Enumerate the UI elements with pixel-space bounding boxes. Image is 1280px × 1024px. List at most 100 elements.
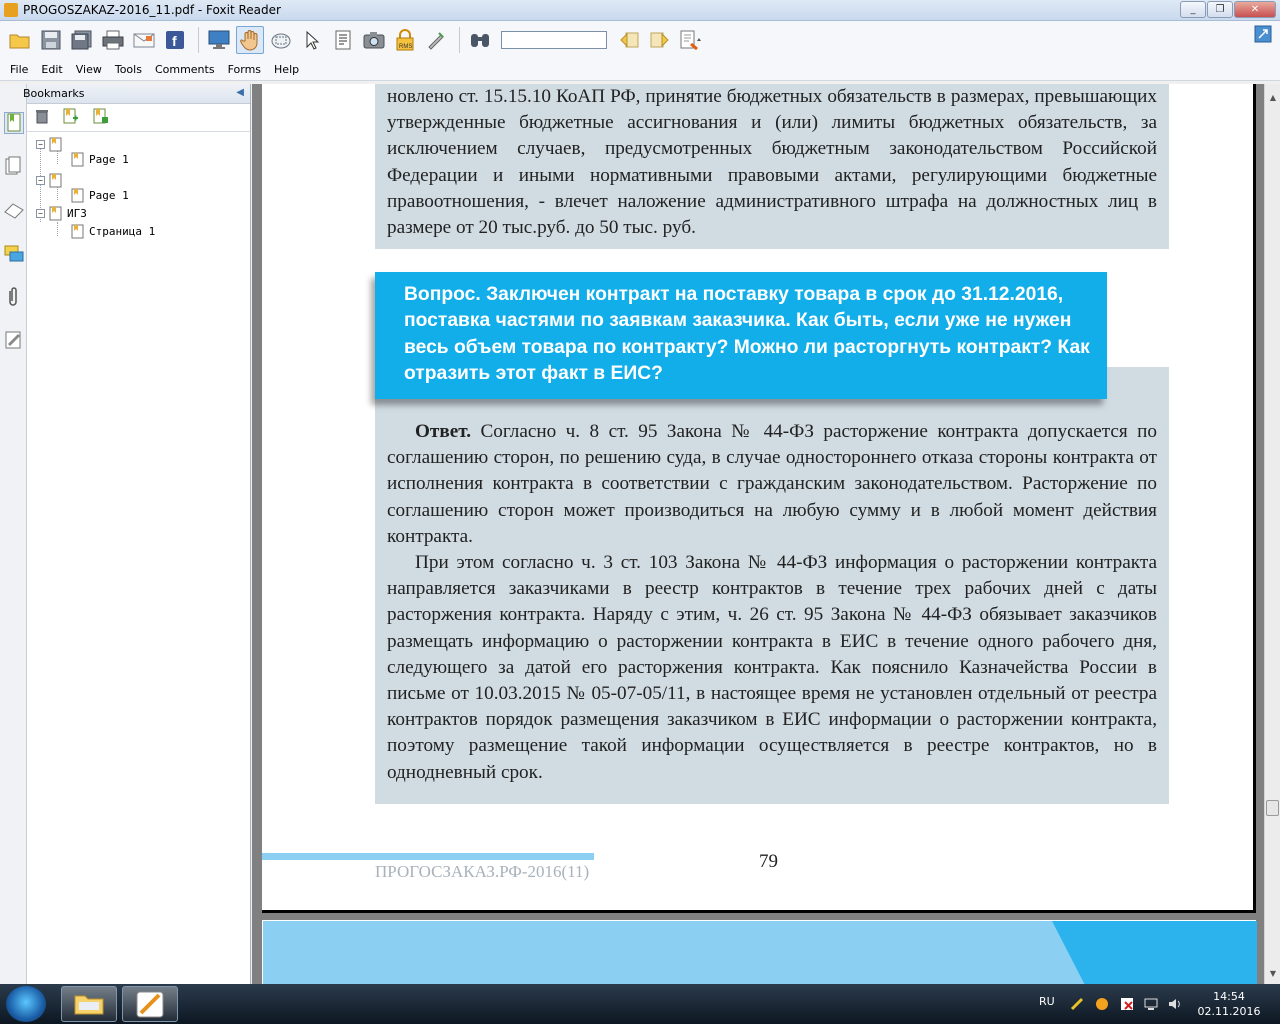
signatures-panel-icon[interactable] [4, 330, 24, 352]
page-bookmark-icon [71, 152, 84, 167]
explorer-taskbar-button[interactable] [61, 986, 117, 1022]
comments-panel-icon[interactable] [4, 244, 24, 266]
collapse-node-icon[interactable]: − [36, 140, 45, 149]
footer-title: ПРОГОСЗАКАЗ.РФ-2016(11) [375, 862, 590, 881]
bookmark-item-igz[interactable]: − ИГЗ [36, 206, 87, 221]
bookmarks-toolbar [27, 104, 250, 132]
page-bookmark-icon [71, 188, 84, 203]
save-all-icon[interactable] [68, 26, 96, 54]
document-view[interactable]: новлено ст. 15.15.10 КоАП РФ, принятие б… [252, 84, 1264, 984]
menu-file[interactable]: File [10, 63, 28, 76]
fullscreen-monitor-icon[interactable] [205, 26, 233, 54]
title-bar: PROGOSZAKAZ-2016_11.pdf - Foxit Reader _… [0, 0, 1280, 21]
find-next-icon[interactable] [646, 26, 674, 54]
folder-icon [74, 995, 104, 1015]
answer-label: Ответ. [415, 421, 472, 442]
volume-speaker-icon[interactable] [1168, 997, 1182, 1011]
menu-bar: File Edit View Tools Comments Forms Help [0, 59, 1280, 81]
snapshot-select-icon[interactable] [267, 26, 295, 54]
bookmark-node-2[interactable]: − [36, 173, 67, 188]
language-indicator[interactable]: RU [1039, 995, 1055, 1008]
add-bookmark-icon[interactable] [63, 108, 79, 127]
flag-alert-icon[interactable] [1120, 997, 1134, 1011]
delete-bookmark-trash-icon[interactable] [35, 108, 49, 127]
answer-paragraph-2: При этом согласно ч. 3 ст. 103 Закона № … [387, 552, 1157, 783]
page-bookmark-icon [49, 137, 62, 152]
main-toolbar: f RMS [0, 21, 1280, 59]
next-pdf-page [262, 920, 1257, 984]
save-icon[interactable] [37, 26, 65, 54]
scrollbar-thumb[interactable] [1266, 800, 1279, 816]
close-button[interactable]: ✕ [1234, 1, 1276, 18]
restore-button[interactable]: ❐ [1207, 1, 1233, 18]
window-title: PROGOSZAKAZ-2016_11.pdf - Foxit Reader [23, 3, 281, 17]
svg-text:RMS: RMS [399, 44, 412, 50]
clock[interactable]: 14:54 02.11.2016 [1197, 989, 1261, 1019]
menu-help[interactable]: Help [274, 63, 299, 76]
pdf-page: новлено ст. 15.15.10 КоАП РФ, принятие б… [262, 84, 1256, 913]
pages-panel-icon[interactable] [4, 156, 24, 178]
vertical-scrollbar[interactable]: ▲ ▼ [1264, 84, 1280, 984]
clock-time: 14:54 [1213, 990, 1245, 1003]
question-text: Вопрос. Заключен контракт на поставку то… [404, 284, 1090, 384]
find-input[interactable] [501, 31, 607, 49]
bookmark-label: Page 1 [89, 153, 129, 166]
power-plug-icon[interactable] [1070, 997, 1084, 1011]
menu-tools[interactable]: Tools [115, 63, 142, 76]
footer-accent-line [262, 853, 594, 860]
hand-tool-icon[interactable] [236, 26, 264, 54]
collapse-panel-arrow-icon[interactable]: ◀ [236, 87, 244, 98]
email-icon[interactable] [130, 26, 158, 54]
bookmark-item-page-1b[interactable]: Page 1 [71, 188, 129, 203]
print-icon[interactable] [99, 26, 127, 54]
tray-orange-app-icon[interactable] [1095, 997, 1109, 1011]
bookmark-item-page-1a[interactable]: Page 1 [71, 152, 129, 167]
attachments-paperclip-icon[interactable] [4, 286, 24, 308]
foxit-reader-taskbar-button[interactable] [122, 986, 178, 1022]
typewriter-icon[interactable] [422, 26, 450, 54]
snapshot-camera-icon[interactable] [360, 26, 388, 54]
bookmarks-header: Bookmarks ◀ [23, 84, 250, 104]
network-icon[interactable] [1144, 997, 1158, 1011]
add-child-bookmark-icon[interactable] [93, 108, 109, 127]
app-icon [4, 3, 18, 17]
select-arrow-icon[interactable] [298, 26, 326, 54]
foxit-reader-icon [136, 991, 164, 1018]
find-previous-icon[interactable] [615, 26, 643, 54]
bookmark-label: Страница 1 [89, 225, 156, 238]
taskbar: RU 14:54 02.11.2016 [0, 984, 1280, 1024]
bookmarks-panel-icon[interactable] [4, 112, 24, 134]
start-button-windows-icon[interactable] [6, 986, 46, 1022]
resize-corner-icon[interactable] [1254, 25, 1272, 43]
collapse-node-icon[interactable]: − [36, 209, 45, 218]
paragraph-top: новлено ст. 15.15.10 КоАП РФ, принятие б… [387, 86, 1157, 239]
bookmark-label: Page 1 [89, 189, 129, 202]
answer-paragraph-1: Согласно ч. 8 ст. 95 Закона № 44-ФЗ раст… [387, 421, 1157, 547]
answer-text: Ответ. Согласно ч. 8 ст. 95 Закона № 44-… [387, 419, 1157, 786]
menu-comments[interactable]: Comments [155, 63, 215, 76]
header-band-accent [1052, 921, 1257, 984]
menu-view[interactable]: View [76, 63, 102, 76]
svg-text:f: f [172, 33, 177, 49]
collapse-node-icon[interactable]: − [36, 176, 45, 185]
select-text-icon[interactable] [329, 26, 357, 54]
bookmark-node-1[interactable]: − [36, 137, 67, 152]
scroll-down-arrow-icon[interactable]: ▼ [1265, 966, 1280, 982]
page-bookmark-icon [49, 206, 62, 221]
layers-panel-icon[interactable] [4, 200, 24, 222]
menu-edit[interactable]: Edit [41, 63, 62, 76]
search-document-icon[interactable] [677, 26, 705, 54]
page-bookmark-icon [49, 173, 62, 188]
rms-lock-icon[interactable]: RMS [391, 26, 419, 54]
scroll-up-arrow-icon[interactable]: ▲ [1265, 90, 1280, 106]
bookmarks-panel: Bookmarks ◀ − Page 1 − Page 1 − ИГЗ Стра… [23, 84, 251, 984]
bookmark-item-stranitsa-1[interactable]: Страница 1 [71, 224, 155, 239]
question-box: Вопрос. Заключен контракт на поставку то… [375, 272, 1107, 399]
open-folder-icon[interactable] [6, 26, 34, 54]
find-binoculars-icon[interactable] [466, 26, 494, 54]
minimize-button[interactable]: _ [1180, 1, 1206, 18]
navigation-panel-strip [0, 84, 27, 984]
facebook-icon[interactable]: f [161, 26, 189, 54]
page-bookmark-icon [71, 224, 84, 239]
menu-forms[interactable]: Forms [228, 63, 261, 76]
